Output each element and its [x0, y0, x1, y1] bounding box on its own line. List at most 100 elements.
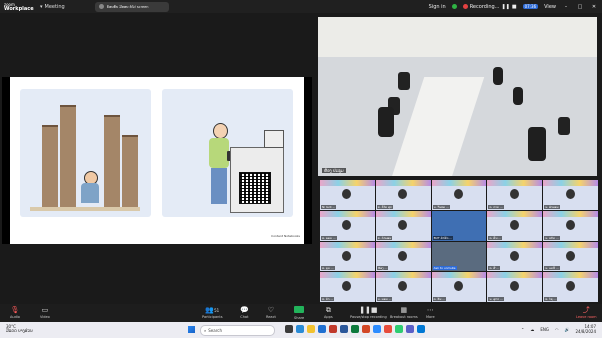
line-icon[interactable]: [395, 325, 403, 333]
teams-icon[interactable]: [406, 325, 414, 333]
leave-label: Leave room: [576, 315, 597, 319]
chevron-up-icon[interactable]: ⌃: [521, 327, 524, 332]
paper-stack-illustration: [20, 89, 151, 217]
participant-name: ທ. ບຸນ ...: [321, 266, 335, 271]
zoom-logo: zoom Workplace: [0, 2, 34, 11]
participant-tile[interactable]: ທ. ຄຳ ...: [320, 272, 375, 302]
time-badge[interactable]: 07:36: [522, 4, 539, 9]
windows-start-icon[interactable]: [188, 326, 195, 333]
window-titlebar: zoom Workplace ▾ Meeting ຍ້ອນກັບ ມີຕອນ ຕ…: [0, 0, 602, 13]
participant-tile[interactable]: ທ. ຄຳພອນ: [375, 210, 431, 241]
react-button[interactable]: ♡ React: [266, 306, 276, 319]
language-indicator[interactable]: ENG: [540, 327, 549, 332]
acrobat-icon[interactable]: [329, 325, 337, 333]
share-screen-icon: [294, 306, 305, 316]
camera-icon: ▭: [41, 306, 49, 314]
more-button[interactable]: ⋯ More: [426, 306, 435, 319]
leave-button[interactable]: ⤴ Leave room: [576, 306, 597, 319]
chair: [558, 117, 570, 135]
sign-in-link[interactable]: Sign in: [429, 4, 446, 10]
weather-desc: ມີແດດ ບາງສ່ວນ: [6, 328, 33, 333]
outlook-icon[interactable]: [417, 325, 425, 333]
participant-tile[interactable]: ທ. ພອນ ...: [320, 210, 375, 241]
tab-title: ຍ້ອນກັບ ມີຕອນ ຕໍ່ໄປ screen: [106, 4, 149, 9]
participant-tile[interactable]: ທ. ສົມ ...: [487, 210, 543, 241]
pause-icon[interactable]: ❚❚: [501, 4, 509, 10]
participant-tile[interactable]: ນ. ອຳພອນ: [543, 180, 598, 210]
excel-icon[interactable]: [351, 325, 359, 333]
participant-tile[interactable]: ທ. ດາວ ...: [487, 180, 543, 210]
participant-tile[interactable]: ນ. ແກ້ວ ...: [543, 210, 598, 241]
store-icon[interactable]: [318, 325, 326, 333]
participant-tile[interactable]: ທ. ວິໄລ ສຸກ: [375, 180, 431, 210]
participant-tile[interactable]: ນ. ພອນ ...: [375, 272, 431, 302]
cloud-icon[interactable]: ☁: [530, 327, 534, 332]
word-icon[interactable]: [340, 325, 348, 333]
person-pants: [211, 168, 227, 204]
leave-icon: ⤴: [582, 306, 590, 314]
participants-button[interactable]: 👥51 Participants: [202, 306, 223, 319]
participant-tile[interactable]: Ask to unmute: [431, 241, 487, 272]
search-icon: ⌕: [204, 328, 207, 333]
recording-controls-button[interactable]: ❚❚■ Pause/stop recording: [350, 306, 387, 319]
weather-widget[interactable]: 30°C ມີແດດ ບາງສ່ວນ: [6, 325, 33, 333]
security-shield-icon[interactable]: [451, 4, 457, 9]
mic-muted-icon: 🎙: [10, 306, 20, 314]
wifi-icon[interactable]: ◠: [555, 327, 559, 332]
view-button[interactable]: View: [544, 4, 556, 10]
breakout-rooms-button[interactable]: ▦ Breakout rooms: [390, 306, 418, 319]
minimize-icon[interactable]: –: [562, 4, 570, 10]
participants-count: 51: [214, 308, 220, 313]
apps-icon: ⧉: [325, 306, 331, 314]
participant-tile[interactable]: ຫ້ອງ ...: [375, 241, 431, 272]
participant-tile[interactable]: ທ. ວັນ ...: [431, 272, 487, 302]
stop-icon[interactable]: ■: [512, 4, 517, 10]
audio-button[interactable]: 🎙 Audio: [10, 306, 20, 319]
record-icon: [462, 4, 468, 9]
participant-tile[interactable]: ນ. ສຸດາ ...: [487, 272, 543, 302]
chat-button[interactable]: 💬 Chat: [240, 306, 249, 319]
kiosk-machine: [230, 130, 284, 213]
participant-tile[interactable]: Ni Iadi ...: [320, 180, 375, 210]
chrome-icon[interactable]: [384, 325, 392, 333]
heart-icon: ♡: [267, 306, 275, 314]
recording-label: Recording...: [469, 3, 500, 10]
search-placeholder: Search: [208, 328, 222, 333]
file-explorer-icon[interactable]: [307, 325, 315, 333]
participant-person: [493, 67, 503, 85]
participant-name: ນ. ມະນີ ...: [544, 266, 560, 271]
room-wall: [318, 17, 597, 57]
zoom-icon[interactable]: [373, 325, 381, 333]
shared-screen[interactable]: Content Notebooks: [2, 77, 312, 244]
video-button[interactable]: ▭ Video: [40, 306, 50, 319]
participant-tile[interactable]: ນ. ຈັນທະ ...: [431, 180, 487, 210]
participant-name: ທ. ວິໄລ ສຸກ: [376, 204, 394, 209]
stressed-man: [80, 171, 100, 209]
participant-tile[interactable]: ນ. ມະນີ ...: [543, 241, 598, 272]
meeting-menu[interactable]: ▾ Meeting: [40, 4, 65, 10]
recording-status[interactable]: Recording... ❚❚ ■: [462, 3, 517, 10]
volume-icon[interactable]: 🔊: [565, 327, 570, 332]
taskbar-search[interactable]: ⌕ Search: [200, 325, 275, 336]
meeting-tab[interactable]: ຍ້ອນກັບ ມີຕອນ ຕໍ່ໄປ screen: [94, 1, 169, 12]
task-view-icon[interactable]: [285, 325, 293, 333]
participant-tile[interactable]: BUT ສຳນັກ ...: [431, 210, 487, 241]
person-head: [213, 123, 228, 139]
edge-icon[interactable]: [296, 325, 304, 333]
speaker-video[interactable]: ຫ້ອງ ປະຊຸມ: [318, 17, 597, 176]
smiling-person: [207, 123, 233, 211]
man-body: [81, 183, 99, 203]
maximize-icon[interactable]: □: [576, 4, 584, 10]
recording-controls-label: Pause/stop recording: [350, 315, 387, 319]
slide-caption: Content Notebooks: [271, 234, 300, 238]
apps-button[interactable]: ⧉ Apps: [324, 306, 333, 319]
participant-tile[interactable]: ທ. ສີ ...: [487, 241, 543, 272]
gallery-grid: Ni Iadi ... ທ. ວິໄລ ສຸກ ນ. ຈັນທະ ... ທ. …: [320, 180, 598, 302]
participant-tile[interactable]: ທ. ບຸນ ...: [320, 241, 375, 272]
share-button[interactable]: Share: [294, 306, 304, 320]
clock[interactable]: 14:07 24/8/2024: [575, 324, 596, 334]
ask-to-unmute-button[interactable]: Ask to unmute: [432, 266, 457, 271]
participant-tile[interactable]: ທ. ໄຊ ...: [543, 272, 598, 302]
powerpoint-icon[interactable]: [362, 325, 370, 333]
close-icon[interactable]: ✕: [590, 4, 598, 10]
